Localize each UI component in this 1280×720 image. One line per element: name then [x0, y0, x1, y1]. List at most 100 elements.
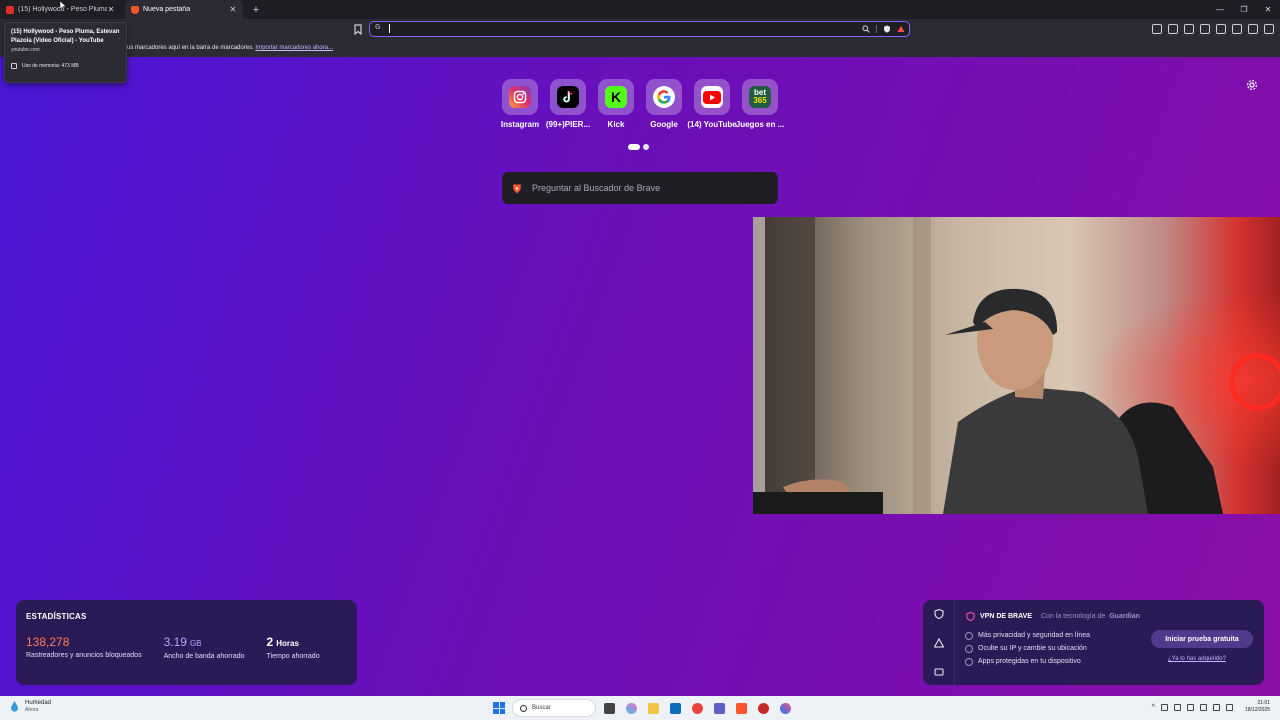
stat-label: Rastreadores y anuncios bloqueados: [26, 652, 142, 659]
check-icon: [965, 644, 973, 653]
top-site-youtube[interactable]: (14) YouTube: [687, 79, 737, 129]
taskbar-search-label: Buscar: [532, 705, 551, 711]
guardian-logo: Guardian: [1109, 613, 1140, 620]
stat-value: 3.19: [163, 635, 187, 649]
start-trial-button[interactable]: Iniciar prueba gratuita: [1151, 630, 1253, 648]
copilot-button[interactable]: [622, 699, 640, 717]
menu-icon[interactable]: [1264, 24, 1274, 34]
messenger-icon: [779, 702, 791, 714]
close-icon[interactable]: ✕: [229, 5, 237, 14]
webcam-overlay: [753, 217, 1280, 514]
stat-value: 138,278: [26, 635, 70, 649]
battery-icon[interactable]: [1225, 703, 1233, 711]
bookmarks-hint: us marcadores aquí en la barra de marcad…: [127, 45, 333, 51]
top-site-tiktok[interactable]: (99+)PIER...: [544, 79, 592, 129]
brave-rewards-icon[interactable]: [897, 25, 905, 33]
app-button[interactable]: [754, 699, 772, 717]
task-view-button[interactable]: [600, 699, 618, 717]
vpn-features: Más privacidad y seguridad en línea Ocul…: [965, 629, 1090, 668]
chevron-up-icon[interactable]: ^: [1152, 704, 1155, 711]
restore-button[interactable]: ❐: [1232, 0, 1256, 19]
time: 21:01: [1257, 700, 1270, 706]
mail-button[interactable]: [666, 699, 684, 717]
date: 18/12/2025: [1244, 707, 1270, 713]
weather-widget[interactable]: Humedad Ahora: [10, 700, 51, 713]
messenger-button[interactable]: [776, 699, 794, 717]
wallet-extension-icon[interactable]: [1216, 24, 1226, 34]
teams-button[interactable]: [710, 699, 728, 717]
app-button[interactable]: [688, 699, 706, 717]
google-icon: G: [375, 24, 381, 31]
brave-icon: [513, 184, 521, 193]
gear-icon[interactable]: [1246, 79, 1258, 91]
leo-ai-icon[interactable]: [1232, 24, 1242, 34]
top-site-bet365[interactable]: bet 365 Juegos en ...: [736, 79, 784, 129]
top-sites-pagination: [628, 144, 649, 150]
tray-icon[interactable]: [1160, 703, 1168, 711]
page-dot-active[interactable]: [628, 144, 640, 150]
minimize-button[interactable]: —: [1208, 0, 1232, 19]
toolbar-actions: [1152, 24, 1274, 34]
top-sites: Instagram (99+)PIER... K Kick Google (14…: [496, 79, 784, 129]
system-tray: ^ 21:01 18/12/2025: [1152, 700, 1270, 714]
rewards-icon[interactable]: [934, 638, 944, 648]
address-input[interactable]: [386, 23, 846, 34]
vpn-icon[interactable]: [1248, 24, 1258, 34]
kick-icon: K: [605, 86, 627, 108]
close-window-button[interactable]: ✕: [1256, 0, 1280, 19]
stat-value: 2: [266, 635, 274, 649]
stat-bandwidth: 3.19 GB Ancho de banda ahorrado: [163, 635, 245, 661]
camera-icon[interactable]: [1199, 703, 1207, 711]
new-tab-button[interactable]: +: [249, 3, 263, 17]
top-site-instagram[interactable]: Instagram: [496, 79, 544, 129]
hover-card-domain: youtube.com: [11, 47, 40, 53]
media-icon[interactable]: [1184, 24, 1194, 34]
tab-hover-card: (15) Hollywood - Peso Pluma, Estevan Pla…: [4, 22, 127, 83]
bet365-icon: bet 365: [749, 86, 771, 108]
file-explorer-button[interactable]: [644, 699, 662, 717]
start-button[interactable]: [490, 699, 508, 717]
import-bookmarks-link[interactable]: Importar marcadores ahora...: [255, 45, 333, 51]
tab-strip: (15) Hollywood - Peso Pluma, Es ✕ Nueva …: [0, 0, 1280, 19]
volume-icon[interactable]: [1212, 703, 1220, 711]
search-placeholder: Preguntar al Buscador de Brave: [532, 183, 661, 193]
zoom-icon[interactable]: [862, 25, 870, 33]
brave-search-box[interactable]: Preguntar al Buscador de Brave: [502, 172, 778, 204]
droplet-icon: [11, 701, 18, 712]
stat-time: 2 Horas Tiempo ahorrado: [266, 635, 320, 661]
top-site-kick[interactable]: K Kick: [592, 79, 640, 129]
close-icon[interactable]: ✕: [107, 5, 115, 14]
brave-shields-icon[interactable]: [883, 25, 891, 33]
taskbar: Humedad Ahora Buscar ^ 21:01 18/12/2025: [0, 696, 1280, 720]
already-purchased-link[interactable]: ¿Ya lo has adquirido?: [1168, 656, 1226, 662]
bookmark-icon[interactable]: [353, 24, 363, 35]
stat-label: Tiempo ahorrado: [266, 653, 320, 660]
stats-title: ESTADÍSTICAS: [26, 612, 87, 621]
mouse-cursor-icon: [60, 1, 66, 10]
vpn-title-row: VPN DE BRAVE Con la tecnología de Guardi…: [966, 612, 1140, 621]
taskbar-search[interactable]: Buscar: [512, 699, 596, 717]
bookmarks-bar: us marcadores aquí en la barra de marcad…: [0, 40, 1280, 57]
vpn-shield-icon[interactable]: [934, 609, 944, 619]
hover-card-title: (15) Hollywood - Peso Pluma, Estevan Pla…: [11, 29, 120, 44]
wallet-icon[interactable]: [1168, 24, 1178, 34]
wifi-icon[interactable]: [1186, 703, 1194, 711]
stat-label: Ancho de banda ahorrado: [163, 653, 245, 660]
text-caret: [389, 24, 390, 33]
memory-text: Uso de memoria: 473 MB: [22, 63, 79, 69]
top-site-google[interactable]: Google: [640, 79, 688, 129]
new-tab-page: Instagram (99+)PIER... K Kick Google (14…: [0, 57, 1280, 696]
stat-unit: Horas: [276, 639, 299, 648]
mic-icon[interactable]: [1173, 703, 1181, 711]
address-bar[interactable]: G: [369, 21, 910, 37]
tab-new-tab[interactable]: Nueva pestaña ✕: [125, 0, 243, 19]
talk-icon[interactable]: [934, 667, 944, 677]
page-dot[interactable]: [643, 144, 649, 150]
stat-unit: GB: [189, 639, 202, 648]
top-site-label: Instagram: [500, 120, 540, 129]
brave-taskbar-button[interactable]: [732, 699, 750, 717]
sidebar-icon[interactable]: [1200, 24, 1210, 34]
task-view-icon: [603, 702, 615, 714]
clock[interactable]: 21:01 18/12/2025: [1245, 700, 1270, 714]
extensions-icon[interactable]: [1152, 24, 1162, 34]
